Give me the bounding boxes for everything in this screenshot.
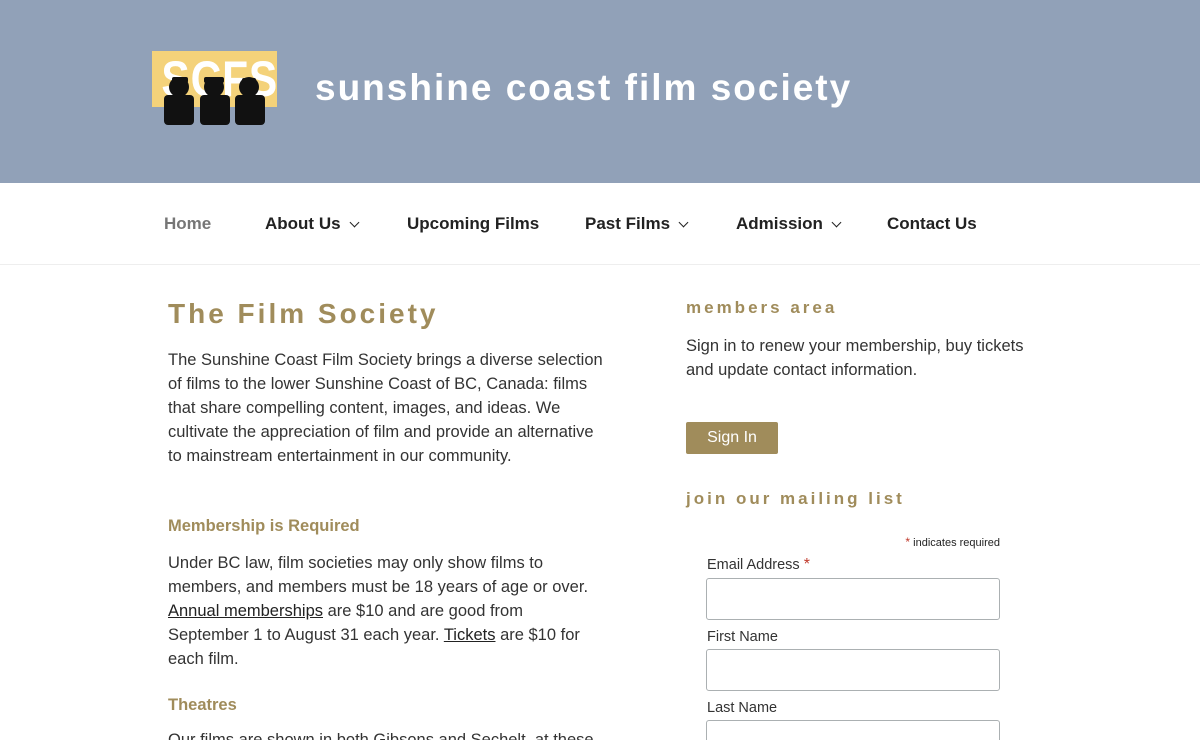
first-name-label: First Name (707, 629, 778, 645)
chevron-down-icon (349, 217, 359, 227)
chevron-down-icon (831, 217, 842, 227)
nav-item-contact-us[interactable]: Contact Us (887, 214, 977, 234)
theatres-heading: Theatres (168, 696, 237, 714)
site-header: SCFS sunshine coast film society (0, 0, 1200, 183)
nav-item-label: Admission (736, 214, 823, 233)
sign-in-button[interactable]: Sign In (686, 422, 778, 454)
nav-item-label: Upcoming Films (407, 214, 540, 233)
email-label-text: Email Address (707, 557, 800, 573)
members-area-title: members area (686, 298, 838, 317)
nav-item-label: Home (164, 214, 212, 233)
site-title[interactable]: sunshine coast film society (315, 67, 852, 109)
main-navigation: Home About Us Upcoming Films Past Films … (0, 183, 1200, 265)
first-name-field[interactable] (706, 649, 1000, 691)
mailing-list-title: join our mailing list (686, 489, 905, 508)
required-note: * indicates required (905, 535, 1000, 549)
membership-heading: Membership is Required (168, 517, 360, 535)
last-name-field[interactable] (706, 720, 1000, 740)
tickets-link[interactable]: Tickets (444, 626, 496, 644)
nav-item-home[interactable]: Home (164, 214, 211, 234)
nav-item-admission[interactable]: Admission (736, 214, 842, 234)
page-title: The Film Society (168, 298, 439, 329)
membership-text: Under BC law, film societies may only sh… (168, 554, 589, 596)
nav-item-label: Contact Us (887, 214, 977, 233)
nav-item-upcoming-films[interactable]: Upcoming Films (407, 214, 539, 234)
membership-paragraph: Under BC law, film societies may only sh… (168, 551, 608, 671)
nav-item-past-films[interactable]: Past Films (585, 214, 689, 234)
nav-item-label: Past Films (585, 214, 671, 233)
annual-memberships-link[interactable]: Annual memberships (168, 602, 323, 620)
intro-paragraph: The Sunshine Coast Film Society brings a… (168, 351, 603, 465)
last-name-label: Last Name (707, 700, 778, 716)
nav-item-label: About Us (265, 214, 341, 233)
required-star: * (905, 535, 911, 549)
chevron-down-icon (678, 217, 689, 227)
logo-silhouettes-icon (164, 77, 265, 125)
site-logo[interactable]: SCFS (152, 51, 277, 126)
email-label: Email Address * (707, 556, 810, 574)
required-star: * (803, 556, 810, 573)
email-field[interactable] (706, 578, 1000, 620)
nav-item-about-us[interactable]: About Us (265, 214, 359, 234)
theatres-paragraph: Our films are shown in both Gibsons and … (168, 731, 594, 740)
members-area-text: Sign in to renew your membership, buy ti… (686, 337, 1024, 379)
required-note-text: indicates required (913, 537, 1000, 549)
